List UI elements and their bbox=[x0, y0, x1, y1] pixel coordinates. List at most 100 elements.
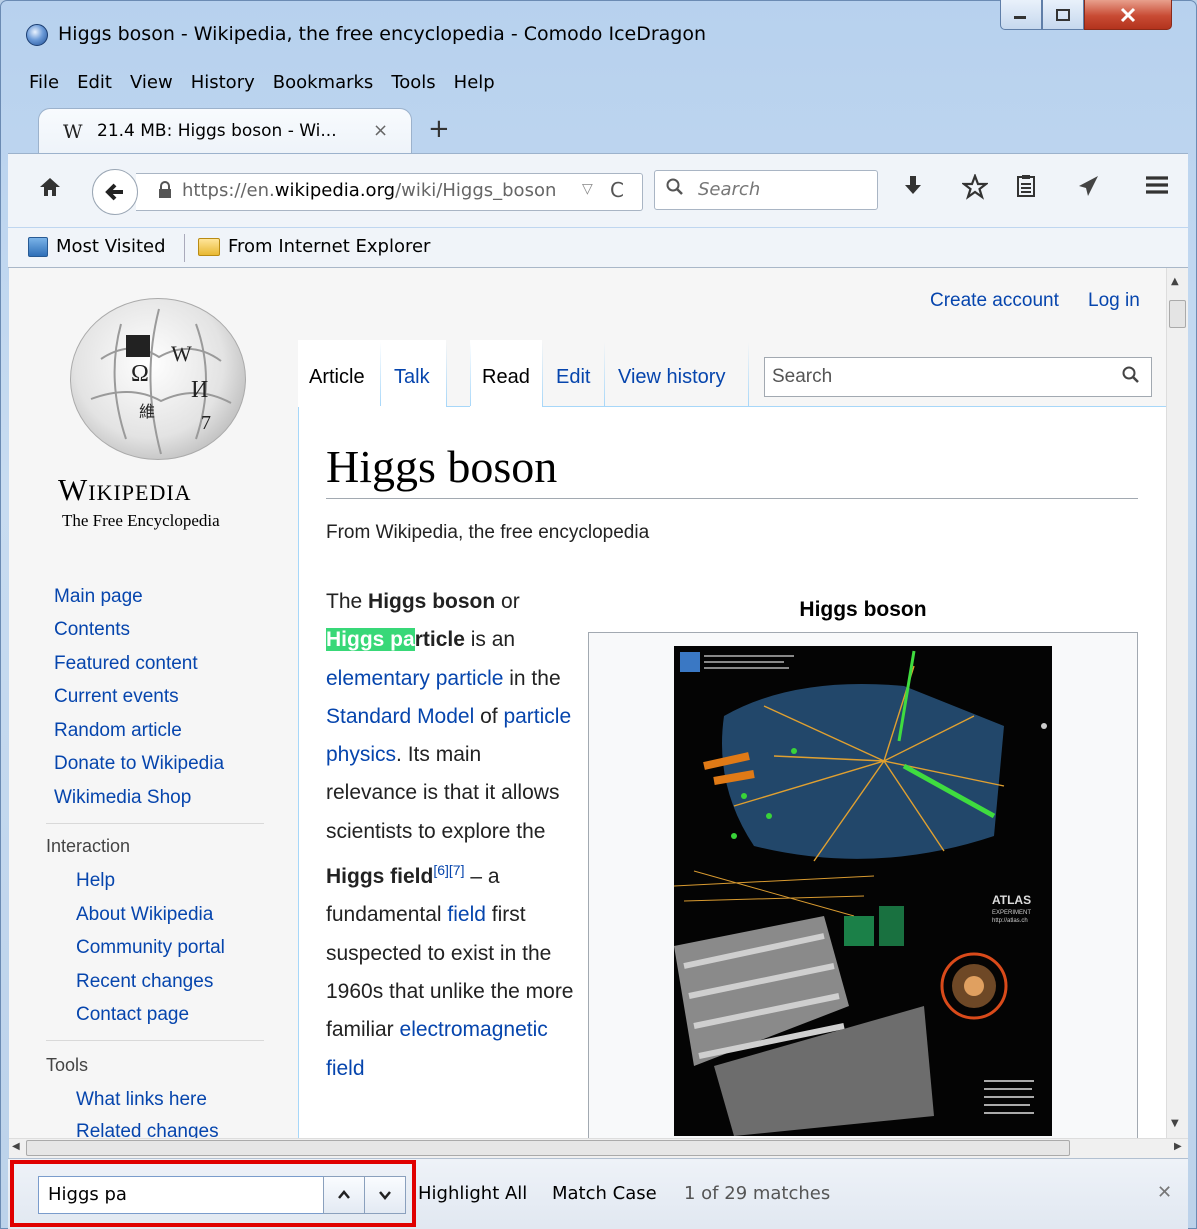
home-button[interactable] bbox=[38, 176, 62, 204]
article-tagline: From Wikipedia, the free encyclopedia bbox=[326, 522, 650, 543]
svg-text:И: И bbox=[191, 377, 208, 403]
tab-talk[interactable]: Talk bbox=[394, 366, 430, 389]
bookmark-folder-ie[interactable]: From Internet Explorer bbox=[198, 236, 430, 257]
sidebar-community-portal[interactable]: Community portal bbox=[76, 937, 225, 959]
sidebar-related-changes[interactable]: Related changes bbox=[76, 1121, 219, 1138]
menu-history[interactable]: History bbox=[182, 72, 264, 93]
close-window-button[interactable] bbox=[1084, 0, 1172, 30]
svg-text:Ω: Ω bbox=[131, 361, 149, 387]
browser-app-icon bbox=[26, 24, 48, 46]
sidebar-heading-interaction[interactable]: Interaction bbox=[46, 836, 130, 857]
lock-icon[interactable] bbox=[158, 181, 172, 204]
wikipedia-wordmark[interactable]: Wikipedia bbox=[58, 472, 192, 508]
tab-article[interactable]: Article bbox=[309, 366, 365, 389]
find-highlight: Higgs pa bbox=[326, 628, 415, 652]
infobox-collision-image[interactable]: ATLAS EXPERIMENT http://atlas.ch bbox=[674, 646, 1052, 1136]
menu-tools[interactable]: Tools bbox=[382, 72, 444, 93]
reader-icon[interactable] bbox=[1016, 174, 1038, 204]
menu-icon[interactable] bbox=[1144, 174, 1170, 202]
folder-icon bbox=[198, 237, 220, 256]
tab-separator bbox=[446, 342, 447, 406]
sidebar-wikimedia-shop[interactable]: Wikimedia Shop bbox=[54, 787, 191, 809]
menu-bookmarks[interactable]: Bookmarks bbox=[264, 72, 383, 93]
sidebar-contents[interactable]: Contents bbox=[54, 619, 130, 641]
sidebar-recent-changes[interactable]: Recent changes bbox=[76, 971, 213, 993]
svg-text:維: 維 bbox=[139, 403, 155, 421]
bookmarks-toolbar bbox=[8, 228, 1188, 268]
browser-search-placeholder[interactable]: Search bbox=[698, 179, 760, 200]
horizontal-scroll-thumb[interactable] bbox=[26, 1140, 1070, 1156]
tab-label: 21.4 MB: Higgs boson - Wi... bbox=[97, 121, 337, 141]
maximize-icon bbox=[1056, 8, 1070, 21]
most-visited-icon bbox=[28, 236, 48, 257]
menu-bar: File Edit View History Bookmarks Tools H… bbox=[20, 64, 504, 100]
scroll-up-icon[interactable]: ▲ bbox=[1171, 276, 1179, 287]
new-tab-button[interactable]: + bbox=[428, 114, 450, 144]
tab-separator bbox=[470, 342, 471, 406]
tab-separator bbox=[748, 342, 749, 406]
sidebar-current-events[interactable]: Current events bbox=[54, 686, 179, 708]
annotation-highlight-box bbox=[10, 1160, 416, 1227]
tab-separator bbox=[604, 342, 605, 406]
wiki-search-icon[interactable] bbox=[1122, 366, 1140, 389]
lead-paragraph: The Higgs boson or Higgs particle is an … bbox=[326, 590, 574, 1080]
wikipedia-tagline: The Free Encyclopedia bbox=[62, 511, 220, 530]
match-case-button[interactable]: Match Case bbox=[552, 1183, 657, 1204]
sidebar-divider bbox=[46, 1040, 264, 1041]
wikipedia-globe-logo[interactable]: Ω W И 維 7 bbox=[70, 298, 246, 460]
scroll-right-icon[interactable]: ▶ bbox=[1174, 1141, 1182, 1152]
minimize-icon bbox=[1014, 15, 1026, 19]
vertical-scrollbar[interactable] bbox=[1166, 268, 1188, 1138]
menu-help[interactable]: Help bbox=[445, 72, 504, 93]
search-icon bbox=[666, 178, 684, 201]
sidebar-featured-content[interactable]: Featured content bbox=[54, 653, 198, 675]
tab-edit[interactable]: Edit bbox=[556, 366, 590, 389]
bookmark-most-visited[interactable]: Most Visited bbox=[28, 236, 166, 257]
find-close-icon[interactable]: ✕ bbox=[1157, 1182, 1172, 1203]
minimize-button[interactable] bbox=[1000, 0, 1042, 30]
wiki-search-placeholder[interactable]: Search bbox=[772, 366, 832, 388]
scroll-left-icon[interactable]: ◀ bbox=[12, 1141, 20, 1152]
download-icon[interactable] bbox=[902, 174, 924, 204]
browser-tab[interactable]: W 21.4 MB: Higgs boson - Wi... × bbox=[38, 108, 412, 154]
link-standard-model[interactable]: Standard Model bbox=[326, 705, 474, 728]
vertical-scroll-thumb[interactable] bbox=[1169, 300, 1186, 328]
infobox-title: Higgs boson bbox=[799, 598, 927, 621]
highlight-all-button[interactable]: Highlight All bbox=[418, 1183, 527, 1204]
svg-text:EXPERIMENT: EXPERIMENT bbox=[992, 910, 1031, 916]
back-button[interactable] bbox=[92, 169, 138, 215]
sidebar-donate[interactable]: Donate to Wikipedia bbox=[54, 753, 224, 775]
tab-close-icon[interactable]: × bbox=[373, 120, 388, 141]
sidebar-main-page[interactable]: Main page bbox=[54, 586, 143, 608]
reload-icon[interactable]: C bbox=[610, 178, 624, 202]
sidebar-what-links-here[interactable]: What links here bbox=[76, 1089, 207, 1111]
citation-link[interactable]: [6][7] bbox=[433, 862, 464, 878]
sidebar-heading-tools[interactable]: Tools bbox=[46, 1055, 88, 1076]
bookmark-separator bbox=[184, 234, 185, 262]
send-icon[interactable] bbox=[1076, 174, 1100, 204]
sidebar-contact-page[interactable]: Contact page bbox=[76, 1004, 189, 1026]
menu-file[interactable]: File bbox=[20, 72, 68, 93]
home-icon bbox=[40, 178, 60, 196]
sidebar-random-article[interactable]: Random article bbox=[54, 720, 182, 742]
link-field[interactable]: field bbox=[447, 903, 486, 926]
log-in-link[interactable]: Log in bbox=[1088, 290, 1140, 312]
scroll-down-icon[interactable]: ▼ bbox=[1171, 1118, 1179, 1129]
maximize-button[interactable] bbox=[1042, 0, 1084, 30]
create-account-link[interactable]: Create account bbox=[930, 290, 1059, 312]
tab-view-history[interactable]: View history bbox=[618, 366, 725, 389]
tab-separator bbox=[542, 342, 543, 406]
url-dropdown-icon[interactable]: ▽ bbox=[582, 181, 593, 197]
sidebar-divider bbox=[46, 823, 264, 824]
sidebar-about-wikipedia[interactable]: About Wikipedia bbox=[76, 904, 213, 926]
sidebar-help[interactable]: Help bbox=[76, 870, 115, 892]
menu-view[interactable]: View bbox=[121, 72, 182, 93]
browser-search-box[interactable] bbox=[654, 170, 878, 210]
svg-text:W: W bbox=[171, 341, 192, 366]
close-icon bbox=[1120, 7, 1136, 22]
bookmark-star-icon[interactable] bbox=[960, 172, 990, 206]
url-text[interactable]: https://en.wikipedia.org/wiki/Higgs_boso… bbox=[182, 180, 572, 201]
menu-edit[interactable]: Edit bbox=[68, 72, 121, 93]
link-elementary-particle[interactable]: elementary particle bbox=[326, 667, 503, 690]
tab-read[interactable]: Read bbox=[482, 366, 530, 389]
